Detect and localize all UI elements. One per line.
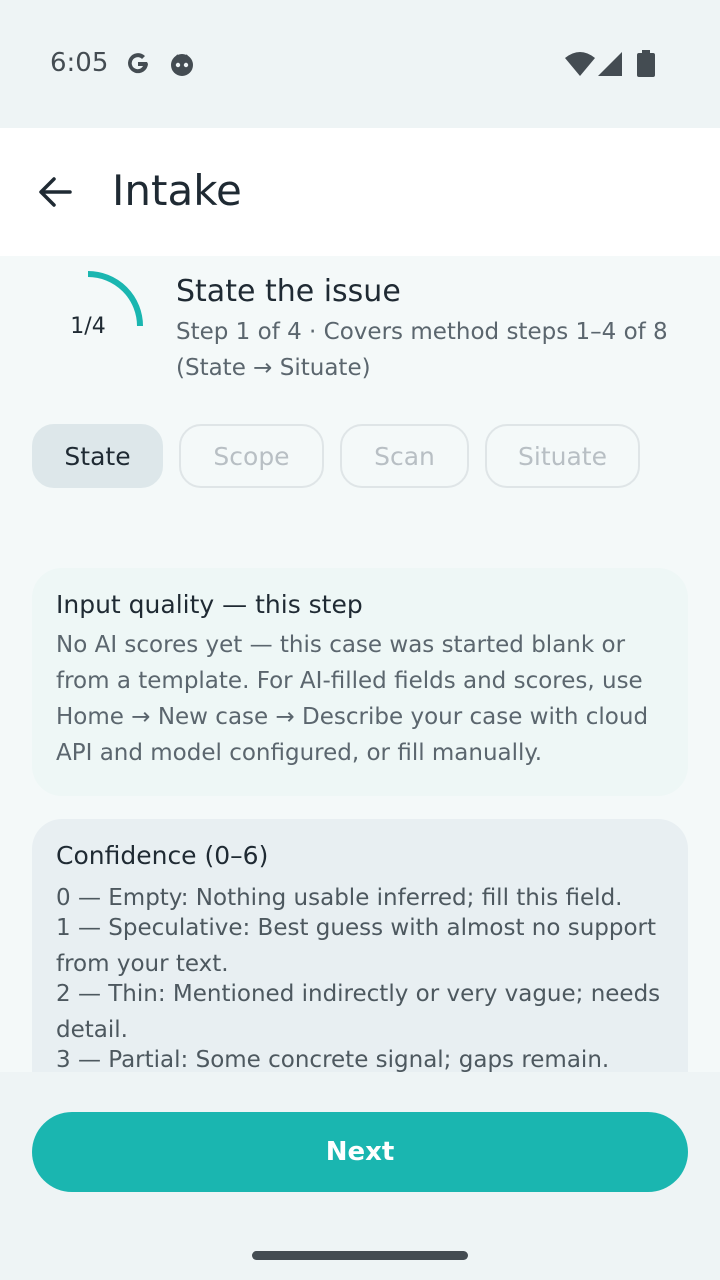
home-indicator[interactable] (252, 1251, 468, 1260)
chip-label: State (64, 441, 131, 471)
chip-state[interactable]: State (32, 424, 163, 488)
chip-scan[interactable]: Scan (340, 424, 469, 488)
chip-label: Scan (374, 441, 435, 471)
chip-label: Scope (213, 441, 290, 471)
input-quality-body: No AI scores yet — this case was started… (56, 632, 649, 766)
back-button[interactable] (28, 164, 84, 220)
arrow-back-icon (39, 177, 72, 207)
confidence-item: 3 — Partial: Some concrete signal; gaps … (56, 1047, 610, 1072)
input-quality-card: Input quality — this step No AI scores y… (32, 568, 688, 796)
confidence-item: 2 — Thin: Mentioned indirectly or very v… (56, 981, 661, 1043)
battery-icon (636, 50, 656, 83)
progress-text: 1/4 (70, 314, 106, 339)
confidence-title: Confidence (0–6) (56, 841, 269, 870)
signal-icon (598, 50, 624, 83)
status-bar: 6:05 (0, 0, 720, 128)
confidence-item: 1 — Speculative: Best guess with almost … (56, 915, 657, 977)
next-button[interactable]: Next (32, 1112, 688, 1192)
content-area[interactable]: 1/4 State the issue Step 1 of 4 · Covers… (0, 256, 720, 1072)
confidence-card: Confidence (0–6) 0 — Empty: Nothing usab… (32, 819, 688, 1072)
android-face-icon (168, 50, 196, 83)
wifi-icon (564, 50, 596, 83)
step-subtitle: Step 1 of 4 · Covers method steps 1–4 of… (176, 319, 668, 381)
input-quality-title: Input quality — this step (56, 590, 363, 619)
chip-scope[interactable]: Scope (179, 424, 324, 488)
status-time: 6:05 (50, 48, 109, 78)
google-icon (124, 50, 152, 83)
page-title: Intake (112, 166, 242, 215)
chip-label: Situate (518, 441, 607, 471)
step-title: State the issue (176, 274, 401, 309)
app-bar (0, 128, 720, 256)
chip-situate[interactable]: Situate (485, 424, 640, 488)
